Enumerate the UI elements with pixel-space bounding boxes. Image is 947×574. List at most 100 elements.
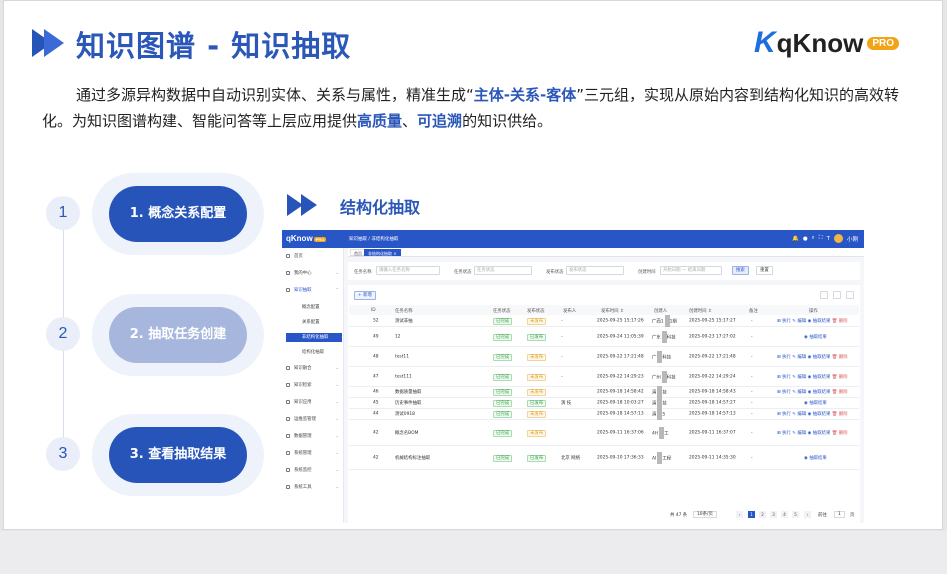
sidebar-item-unstructured[interactable]: 非结构化抽取 (286, 333, 342, 342)
page-2[interactable]: 2 (759, 511, 766, 518)
sidebar-item-concept[interactable]: 概念配置 (286, 303, 342, 312)
step-number-1: 1 (46, 196, 80, 230)
execute-link[interactable]: ⊞ 执行 (777, 412, 791, 417)
search-toggle-icon[interactable] (820, 291, 828, 299)
page-1[interactable]: 1 (748, 511, 755, 518)
table-row: 42 概念名BOM 已完成 未发布 2025-09-11 16:37:06 4H 工 2025… (349, 420, 859, 446)
sidebar-item-data[interactable]: 数据管理 ⌄ (286, 433, 342, 441)
result-link[interactable]: ◉ 抽取结果 (808, 375, 831, 380)
goto-input[interactable]: 1 (834, 511, 845, 518)
columns-icon[interactable] (846, 291, 854, 299)
execute-link[interactable]: ⊞ 执行 (777, 355, 791, 360)
cell-note: - (751, 455, 753, 460)
execute-link[interactable]: ⊞ 执行 (777, 390, 791, 395)
highlight-triple: 主体-关系-客体 (473, 86, 577, 104)
edit-link[interactable]: ✎ 编辑 (792, 390, 806, 395)
fullscreen-icon[interactable]: ⛶ (819, 235, 823, 242)
sidebar-item-ops[interactable]: 运维监管理 ⌄ (286, 416, 342, 424)
step-3-button[interactable]: 3. 查看抽取结果 (109, 427, 247, 483)
cell-name: 数据质量抽取 (395, 390, 422, 395)
highlight-quality: 高质量 (357, 112, 403, 130)
page-size-select[interactable]: 10条/页 (693, 511, 717, 518)
edit-link[interactable]: ✎ 编辑 (792, 412, 806, 417)
prev-page-button[interactable]: ‹ (736, 511, 743, 518)
sidebar-item-monitor[interactable]: 系统监控 ⌄ (286, 467, 342, 475)
cell-task-status: 已完成 (493, 333, 513, 341)
result-link[interactable]: ◉ 抽取结果 (804, 401, 827, 406)
col-pub-status: 发布状态 (527, 309, 545, 314)
bell-icon[interactable]: 🔔 (792, 236, 799, 242)
publish-status-label: 发布状态 (546, 270, 564, 275)
row-actions: ◉ 抽取结果 (804, 400, 827, 406)
sidebar-item-system[interactable]: 系统管理 ⌄ (286, 450, 342, 458)
delete-link[interactable]: 🗑 删除 (832, 412, 848, 417)
highlight-traceable: 可追溯 (417, 112, 463, 130)
cell-creator: 广西1 1期 (652, 315, 677, 327)
font-size-icon[interactable]: T (827, 236, 830, 242)
execute-link[interactable]: ⊞ 执行 (777, 319, 791, 324)
page-5[interactable]: 5 (792, 511, 799, 518)
sidebar-item-extract[interactable]: 知识抽取 ⌃ (286, 287, 342, 295)
delete-link[interactable]: 🗑 删除 (832, 375, 848, 380)
next-page-button[interactable]: › (804, 511, 811, 518)
page-3[interactable]: 3 (770, 511, 777, 518)
result-link[interactable]: ◉ 抽取结果 (808, 412, 831, 417)
tab-unstructured[interactable]: 非结构化抽取 × (364, 249, 401, 256)
step-2-button[interactable]: 2. 抽取任务创建 (109, 307, 247, 363)
step-1-button[interactable]: 1. 概念关系配置 (109, 186, 247, 242)
result-link[interactable]: ◉ 抽取结果 (804, 335, 827, 340)
result-link[interactable]: ◉ 抽取结果 (808, 431, 831, 436)
bottom-strip (0, 531, 947, 574)
add-button[interactable]: + 新增 (354, 291, 376, 300)
date-range-input[interactable]: 开始日期 — 结束日期 (660, 266, 722, 275)
execute-link[interactable]: ⊞ 执行 (777, 431, 791, 436)
result-link[interactable]: ◉ 抽取结果 (808, 390, 831, 395)
avatar[interactable] (833, 234, 843, 243)
publish-status-select[interactable]: 发布状态 (566, 266, 624, 275)
result-link[interactable]: ◉ 抽取结果 (804, 456, 827, 461)
sidebar-item-mine[interactable]: 我的中心 ⌄ (286, 270, 342, 278)
sidebar-item-relation[interactable]: 关系配置 (286, 318, 342, 327)
execute-link[interactable]: ⊞ 执行 (777, 375, 791, 380)
github-icon[interactable]: ● (803, 236, 808, 242)
delete-link[interactable]: 🗑 删除 (832, 390, 848, 395)
refresh-icon[interactable] (833, 291, 841, 299)
sidebar-item-fusion[interactable]: 知识融合 ⌄ (286, 365, 342, 373)
breadcrumb: 知识抽取 / 非结构化抽取 (349, 237, 399, 242)
search-icon[interactable]: ⌕ (812, 235, 815, 242)
username[interactable]: 小刚 (847, 235, 858, 243)
cell-pub-status: 未发布 (527, 353, 547, 361)
edit-link[interactable]: ✎ 编辑 (792, 319, 806, 324)
sidebar-item-structured[interactable]: 结构化抽取 (286, 348, 342, 357)
sidebar-item-application[interactable]: 知识应用 ⌄ (286, 399, 342, 407)
task-name-input[interactable]: 请输入任务名称 (376, 266, 440, 275)
cell-pub-time: 2025-09-10 17:36:33 (597, 455, 644, 460)
sidebar-item-tools[interactable]: 系统工具 ⌄ (286, 484, 342, 492)
sidebar-item-home[interactable]: 首页 (286, 253, 342, 261)
intro-paragraph: 通过多源异构数据中自动识别实体、关系与属性，精准生成“主体-关系-客体”三元组，… (42, 82, 912, 134)
search-button[interactable]: 搜索 (732, 266, 749, 275)
cell-task-status: 已完成 (493, 400, 513, 407)
cell-created: 2025-09-22 17:21:48 (689, 354, 736, 359)
cell-task-status: 已完成 (493, 429, 513, 437)
page-4[interactable]: 4 (781, 511, 788, 518)
task-status-select[interactable]: 任务状态 (474, 266, 532, 275)
edit-link[interactable]: ✎ 编辑 (792, 355, 806, 360)
result-link[interactable]: ◉ 抽取结果 (808, 355, 831, 360)
edit-link[interactable]: ✎ 编辑 (792, 375, 806, 380)
result-link[interactable]: ◉ 抽取结果 (808, 319, 831, 324)
reset-button[interactable]: 重置 (756, 266, 773, 275)
col-ops: 操作 (809, 309, 818, 314)
task-table: + 新增 ID 任务名称 任务状态 发布状态 发布人 发布时间 ⇕ 创建人 创建… (348, 285, 860, 523)
cell-creator: 广科技 (652, 350, 671, 363)
delete-link[interactable]: 🗑 删除 (832, 431, 848, 436)
edit-link[interactable]: ✎ 编辑 (792, 431, 806, 436)
sidebar-item-retrieval[interactable]: 知识检索 ⌄ (286, 382, 342, 390)
cell-created: 2025-09-22 14:29:24 (689, 374, 736, 379)
row-actions: ⊞ 执行 ✎ 编辑 ◉ 抽取结果 🗑 删除 (777, 389, 848, 395)
cell-id: 45 (373, 400, 379, 406)
cell-created: 2025-09-11 14:35:30 (689, 455, 736, 460)
cell-note: - (751, 354, 753, 359)
delete-link[interactable]: 🗑 删除 (832, 355, 848, 360)
delete-link[interactable]: 🗑 删除 (832, 319, 848, 324)
